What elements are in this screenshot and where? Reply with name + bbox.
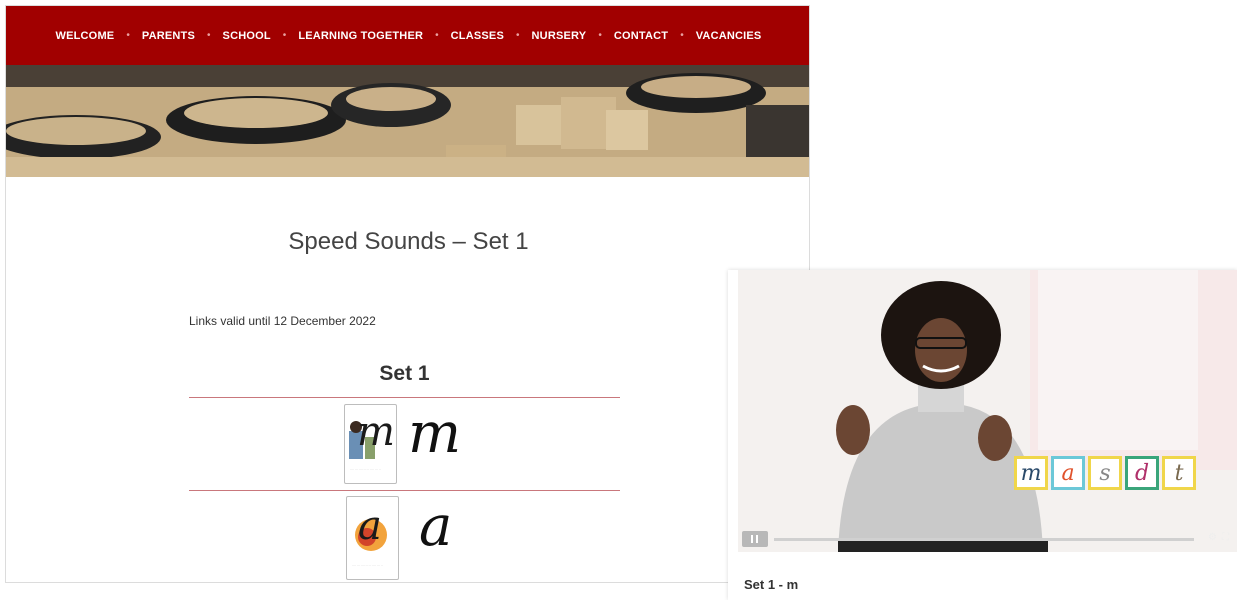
main-nav: WELCOME • PARENTS • SCHOOL • LEARNING TO…	[6, 6, 809, 65]
card-caption: ···· ··· ···· ··· ·· ···· ··· ··	[352, 563, 383, 567]
nav-contact[interactable]: CONTACT	[614, 30, 668, 42]
card-letter: m	[357, 409, 395, 455]
nav-separator: •	[598, 30, 602, 41]
flashcard-a[interactable]: a ···· ··· ···· ··· ·· ···· ··· ··	[346, 496, 399, 580]
letter-tiles: m a s d t	[1014, 456, 1196, 490]
nav-parents[interactable]: PARENTS	[142, 30, 195, 42]
nav-classes[interactable]: CLASSES	[451, 30, 504, 42]
flashcard-m[interactable]: m ···· ··· ···· ··· ·· ···· ··· ··	[344, 404, 397, 484]
video-progress-bar[interactable]	[774, 538, 1194, 541]
video-panel: m a s d t ⚙ ⛶ Set 1 - m	[728, 270, 1237, 600]
set-heading: Set 1	[379, 362, 430, 385]
tile-d: d	[1125, 456, 1159, 490]
nav-separator: •	[516, 30, 520, 41]
header-banner-image	[6, 65, 809, 177]
tile-m: m	[1014, 456, 1048, 490]
nav-separator: •	[207, 30, 211, 41]
tile-t: t	[1162, 456, 1196, 490]
fullscreen-icon[interactable]: ⛶	[1222, 532, 1229, 543]
nav-separator: •	[435, 30, 439, 41]
nav-vacancies[interactable]: VACANCIES	[696, 30, 762, 42]
card-caption: ···· ··· ···· ··· ·· ···· ··· ··	[350, 467, 381, 471]
pause-icon	[751, 535, 753, 543]
tile-s: s	[1088, 456, 1122, 490]
nav-welcome[interactable]: WELCOME	[56, 30, 115, 42]
nav-school[interactable]: SCHOOL	[223, 30, 271, 42]
tile-a: a	[1051, 456, 1085, 490]
school-webpage: WELCOME • PARENTS • SCHOOL • LEARNING TO…	[5, 5, 810, 583]
pause-button[interactable]	[742, 531, 768, 547]
video-title: Set 1 - m	[744, 577, 799, 592]
sound-letter-a: a	[419, 494, 453, 559]
pause-icon	[756, 535, 758, 543]
nav-separator: •	[680, 30, 684, 41]
sound-letter-m: m	[408, 401, 462, 466]
divider	[189, 490, 620, 491]
settings-icon[interactable]: ⚙	[1208, 532, 1217, 543]
links-valid-note: Links valid until 12 December 2022	[189, 314, 376, 328]
divider	[189, 397, 620, 398]
nav-nursery[interactable]: NURSERY	[532, 30, 587, 42]
page-title: Speed Sounds – Set 1	[288, 228, 529, 255]
card-letter: a	[358, 503, 382, 549]
nav-learning-together[interactable]: LEARNING TOGETHER	[298, 30, 423, 42]
video-player[interactable]: m a s d t ⚙ ⛶	[738, 270, 1237, 552]
nav-separator: •	[282, 30, 287, 41]
nav-separator: •	[126, 30, 130, 41]
